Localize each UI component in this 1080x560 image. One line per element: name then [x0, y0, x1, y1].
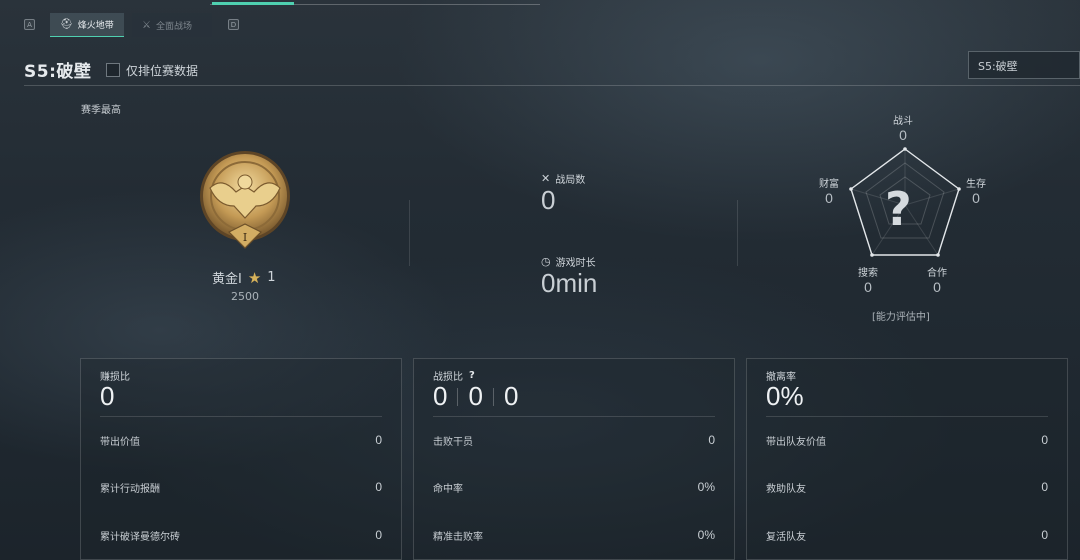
crossed-guns-icon: ⚔: [142, 19, 151, 31]
star-icon: ★: [247, 268, 262, 287]
help-icon[interactable]: ?: [469, 370, 475, 381]
profit-value: 0: [100, 381, 115, 411]
stat-row: 累计行动报酬 0: [100, 480, 382, 495]
prev-tab-key-hint[interactable]: A: [24, 19, 35, 30]
divider-left: [409, 200, 410, 266]
stat-row: 带出队友价值 0: [766, 433, 1048, 448]
radar-value-survival: 0: [972, 190, 980, 206]
matches-label-group: ✕ 战局数: [541, 171, 585, 186]
tab-warzone[interactable]: ⛑ 烽火地带: [50, 13, 124, 37]
extract-panel: 撤离率 0% 带出队友价值 0 救助队友 0 复活队友 0: [746, 358, 1068, 560]
rank-name: 黄金I: [212, 272, 242, 287]
panel-divider: [433, 416, 715, 417]
radar-label-wealth: 财富: [819, 179, 839, 190]
stat-row: 累计破译曼德尔砖 0: [100, 528, 382, 543]
rank-stars-count: 1: [267, 270, 276, 285]
tab-full-battlefield[interactable]: ⚔ 全面战场: [132, 13, 212, 37]
ability-placeholder-icon: ?: [885, 182, 912, 236]
stat-row: 带出价值 0: [100, 433, 382, 448]
stat-row: 击败干员 0: [433, 433, 715, 448]
ranked-only-checkbox[interactable]: [106, 63, 120, 77]
kd-separator: [457, 387, 459, 406]
medal-numeral: I: [243, 231, 247, 244]
radar-label-combat: 战斗: [893, 116, 913, 127]
matches-value: 0: [541, 185, 556, 215]
playtime-label: 游戏时长: [555, 258, 596, 269]
radar-label-cooperation: 合作: [927, 268, 947, 279]
extract-value: 0%: [766, 381, 804, 411]
season-select[interactable]: S5:破壁: [968, 51, 1080, 79]
header-divider: [24, 85, 1080, 86]
stopwatch-icon: ◷: [541, 255, 551, 268]
kd-value: 0: [468, 381, 483, 411]
kd-panel: 战损比 ? 0 0 0 击败干员 0 命中率 0% 精准击败率 0%: [413, 358, 735, 560]
kd-value: 0: [433, 381, 448, 411]
kd-value: 0: [503, 381, 519, 411]
next-tab-key-hint[interactable]: D: [228, 19, 239, 30]
stat-row: 复活队友 0: [766, 528, 1048, 543]
tab-warzone-label: 烽火地带: [77, 21, 114, 31]
season-title: S5:破壁: [24, 62, 92, 82]
matches-label: 战局数: [555, 175, 586, 186]
stat-row: 命中率 0%: [433, 480, 715, 495]
radar-value-wealth: 0: [825, 190, 833, 206]
ability-status-text: [能力评估中]: [872, 312, 930, 323]
top-progress-accent: [212, 2, 294, 5]
panel-divider: [766, 416, 1048, 417]
radar-label-survival: 生存: [966, 179, 986, 190]
radar-value-cooperation: 0: [933, 279, 941, 295]
radar-label-search: 搜索: [858, 268, 878, 279]
season-best-label: 赛季最高: [81, 105, 121, 116]
radar-value-search: 0: [864, 279, 872, 295]
playtime-label-group: ◷ 游戏时长: [541, 254, 596, 269]
profit-panel: 赚损比 0 带出价值 0 累计行动报酬 0 累计破译曼德尔砖 0: [80, 358, 402, 560]
stat-row: 精准击败率 0%: [433, 528, 715, 543]
kd-values: 0 0 0: [433, 381, 518, 412]
divider-right: [737, 200, 738, 266]
panel-divider: [100, 416, 382, 417]
gold-rank-medal-icon: I: [200, 151, 290, 249]
helmet-icon: ⛑: [60, 19, 73, 30]
kd-separator: [492, 387, 494, 406]
rank-display: 黄金I ★ 1: [212, 268, 276, 288]
crossed-swords-icon: ✕: [541, 172, 551, 185]
rank-points: 2500: [231, 290, 259, 303]
playtime-value: 0min: [541, 268, 598, 298]
ranked-only-label[interactable]: 仅排位赛数据: [126, 62, 198, 79]
radar-value-combat: 0: [899, 127, 907, 143]
stat-row: 救助队友 0: [766, 480, 1048, 495]
tab-full-battlefield-label: 全面战场: [155, 21, 192, 32]
